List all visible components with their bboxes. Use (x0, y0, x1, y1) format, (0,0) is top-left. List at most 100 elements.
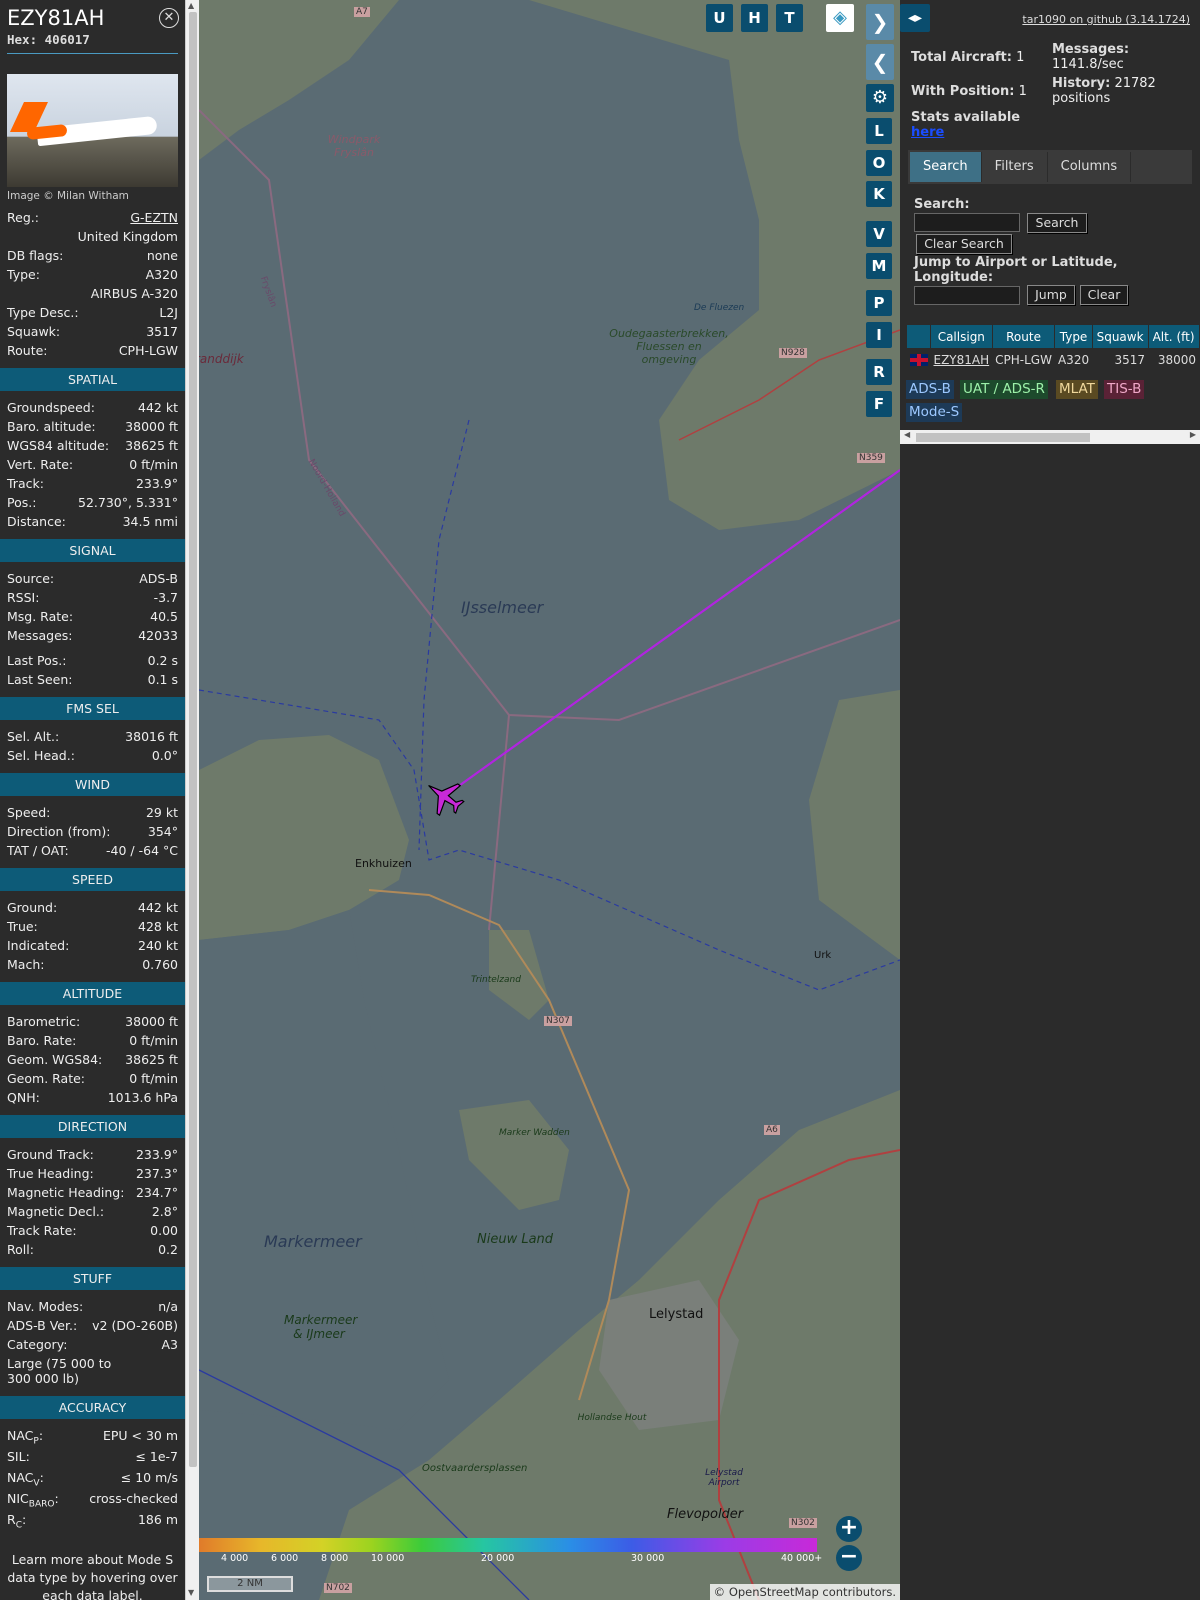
hscroll-thumb[interactable] (916, 433, 1090, 442)
jump-input[interactable] (914, 286, 1020, 305)
aircraft-photo[interactable] (7, 74, 178, 187)
scroll-up-icon[interactable]: ▲ (188, 1, 194, 10)
search-button[interactable]: Search (1027, 213, 1087, 233)
detail-label[interactable]: Last Pos.: (7, 651, 66, 670)
search-input[interactable] (914, 213, 1020, 232)
aircraft-icon[interactable] (418, 771, 470, 822)
detail-label[interactable]: Ground: (7, 898, 57, 917)
detail-label[interactable]: Messages: (7, 626, 73, 645)
detail-label[interactable]: Roll: (7, 1240, 34, 1259)
detail-label[interactable]: Pos.: (7, 493, 36, 512)
label-colon: : (21, 1512, 27, 1527)
layers-icon[interactable]: ◈ (826, 4, 854, 32)
toggle-panel-icon[interactable]: ◂▸ (900, 4, 930, 32)
detail-label[interactable]: Barometric: (7, 1012, 80, 1031)
detail-label[interactable]: RSSI: (7, 588, 39, 607)
detail-label[interactable]: Distance: (7, 512, 66, 531)
col-alt[interactable]: Alt. (ft) (1147, 324, 1200, 349)
tab-search[interactable]: Search (910, 152, 982, 182)
control-u-button[interactable]: U (706, 4, 733, 32)
table-horizontal-scrollbar[interactable]: ◀ ▶ (900, 430, 1200, 444)
control-p-button[interactable]: P (866, 290, 892, 316)
detail-label[interactable]: Geom. Rate: (7, 1069, 85, 1088)
zoom-out-button[interactable]: − (836, 1545, 862, 1571)
scrollbar-thumb[interactable] (189, 12, 197, 1467)
detail-label[interactable]: Mach: (7, 955, 44, 974)
source-badge[interactable]: Mode-S (906, 403, 963, 422)
table-row[interactable]: EZY81AH CPH-LGW A320 3517 38000 (907, 349, 1200, 371)
zoom-in-button[interactable]: + (836, 1516, 862, 1542)
stats-link[interactable]: here (911, 125, 944, 140)
source-badge[interactable]: ADS-B (906, 380, 954, 399)
scroll-right-icon[interactable]: ▶ (1190, 430, 1196, 439)
detail-label[interactable]: RC: (7, 1510, 26, 1531)
row-callsign[interactable]: EZY81AH (931, 349, 993, 371)
detail-label[interactable]: Sel. Alt.: (7, 727, 59, 746)
detail-row: Baro. Rate: 0 ft/min (0, 1031, 185, 1050)
control-l-button[interactable]: L (866, 118, 892, 144)
map-view[interactable]: Windpark Fryslân IJsselmeer Enkhuizen Oudeg… (199, 0, 900, 1600)
detail-label[interactable]: Direction (from): (7, 822, 111, 841)
clear-search-button[interactable]: Clear Search (916, 234, 1012, 254)
detail-label[interactable]: Magnetic Heading: (7, 1183, 124, 1202)
collapse-sidebar-icon[interactable]: ❮ (866, 44, 894, 80)
detail-label[interactable]: Msg. Rate: (7, 607, 73, 626)
control-h-button[interactable]: H (741, 4, 768, 32)
control-o-button[interactable]: O (866, 150, 892, 176)
detail-label[interactable]: Ground Track: (7, 1145, 94, 1164)
control-t-button[interactable]: T (776, 4, 803, 32)
detail-label[interactable]: Source: (7, 569, 54, 588)
control-v-button[interactable]: V (866, 221, 892, 247)
detail-label[interactable]: QNH: (7, 1088, 40, 1107)
detail-label[interactable]: Magnetic Decl.: (7, 1202, 104, 1221)
detail-label[interactable]: Indicated: (7, 936, 69, 955)
control-i-button[interactable]: I (866, 322, 892, 348)
control-k-button[interactable]: K (866, 181, 892, 207)
tab-filters[interactable]: Filters (981, 152, 1048, 182)
github-link[interactable]: tar1090 on github (3.14.1724) (1022, 13, 1190, 26)
scroll-down-icon[interactable]: ▼ (188, 1588, 194, 1597)
source-badge[interactable]: UAT / ADS-R (960, 380, 1048, 399)
jump-button[interactable]: Jump (1027, 285, 1075, 305)
detail-label[interactable]: Baro. Rate: (7, 1031, 76, 1050)
detail-label[interactable]: TAT / OAT: (7, 841, 69, 860)
detail-label[interactable]: NICBARO: (7, 1489, 59, 1510)
detail-label[interactable]: Nav. Modes: (7, 1297, 83, 1316)
detail-label[interactable]: WGS84 altitude: (7, 436, 109, 455)
detail-label[interactable]: True: (7, 917, 38, 936)
detail-label[interactable]: Last Seen: (7, 670, 72, 689)
detail-label[interactable]: Groundspeed: (7, 398, 95, 417)
scroll-left-icon[interactable]: ◀ (904, 430, 910, 439)
col-type[interactable]: Type (1054, 324, 1093, 349)
col-squawk[interactable]: Squawk (1091, 324, 1149, 349)
detail-label[interactable]: ADS-B Ver.: (7, 1316, 77, 1335)
clear-button[interactable]: Clear (1080, 285, 1128, 305)
col-route[interactable]: Route (991, 324, 1056, 349)
detail-label[interactable]: Speed: (7, 803, 50, 822)
photo-credit: Image © Milan Witham (7, 190, 129, 202)
detail-label[interactable]: Track: (7, 474, 44, 493)
close-icon[interactable]: ✕ (159, 8, 179, 28)
detail-label[interactable]: True Heading: (7, 1164, 94, 1183)
control-f-button[interactable]: F (866, 391, 892, 417)
source-badge[interactable]: MLAT (1056, 380, 1098, 399)
tab-columns[interactable]: Columns (1047, 152, 1132, 182)
expand-sidebar-icon[interactable]: ❯ (866, 4, 894, 40)
detail-label[interactable]: Vert. Rate: (7, 455, 73, 474)
detail-label[interactable]: SIL: (7, 1447, 30, 1468)
detail-label[interactable]: Geom. WGS84: (7, 1050, 102, 1069)
control-m-button[interactable]: M (866, 253, 892, 279)
source-badge[interactable]: TIS-B (1104, 380, 1145, 399)
detail-label[interactable]: Baro. altitude: (7, 417, 96, 436)
detail-label[interactable]: Sel. Head.: (7, 746, 75, 765)
info-value[interactable]: G-EZTN (130, 208, 178, 227)
detail-label[interactable]: NACP: (7, 1426, 43, 1447)
detail-label[interactable]: NACV: (7, 1468, 44, 1489)
col-callsign[interactable]: Callsign (930, 324, 993, 349)
settings-gear-icon[interactable]: ⚙ (866, 84, 894, 112)
detail-row: Messages: 42033 (0, 626, 185, 645)
sidebar-scrollbar[interactable]: ▲ ▼ (185, 0, 199, 1600)
detail-label[interactable]: Category: (7, 1335, 67, 1354)
detail-label[interactable]: Track Rate: (7, 1221, 77, 1240)
control-r-button[interactable]: R (866, 359, 892, 385)
